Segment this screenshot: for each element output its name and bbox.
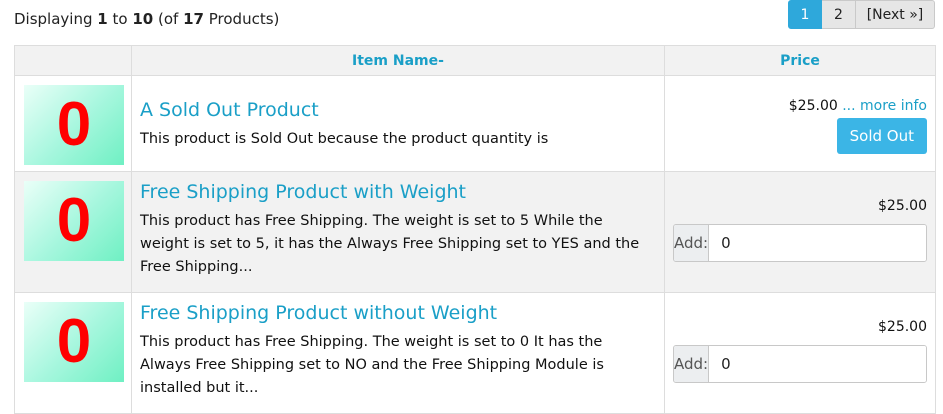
quantity-input[interactable] (709, 346, 926, 382)
total-count: 17 (183, 10, 204, 28)
product-name-cell: A Sold Out Product This product is Sold … (131, 75, 665, 172)
product-image-cell: 0 (14, 75, 132, 172)
product-price-cell: $25.00 Add: (664, 171, 936, 293)
add-label: Add: (674, 225, 710, 261)
product-description: This product has Free Shipping. The weig… (140, 334, 604, 396)
product-image[interactable]: 0 (24, 181, 124, 261)
product-image-text: 0 (56, 186, 92, 255)
product-name-link[interactable]: Free Shipping Product with Weight (140, 180, 656, 204)
product-name-link[interactable]: Free Shipping Product without Weight (140, 301, 656, 325)
page-1-current[interactable]: 1 (788, 0, 822, 29)
product-image-cell: 0 (14, 171, 132, 293)
product-image[interactable]: 0 (24, 85, 124, 165)
product-price: $25.00 (788, 98, 838, 114)
product-name-cell: Free Shipping Product with Weight This p… (131, 171, 665, 293)
product-price: $25.00 (878, 198, 927, 214)
product-name-cell: Free Shipping Product without Weight Thi… (131, 292, 665, 414)
product-image[interactable]: 0 (24, 302, 124, 382)
table-row: 0 Free Shipping Product without Weight T… (14, 292, 936, 414)
results-count: Displaying 1 to 10 (of 17 Products) (14, 10, 279, 28)
product-price-cell: $25.00 ... more info Sold Out (664, 75, 936, 172)
total-prefix: (of (158, 10, 179, 28)
range-to-word: to (112, 10, 128, 28)
product-description: This product is Sold Out because the pro… (140, 131, 549, 147)
product-price-cell: $25.00 Add: (664, 292, 936, 414)
product-image-text: 0 (56, 90, 92, 159)
pagination: 1 2 [Next »] (788, 0, 935, 29)
sold-out-button[interactable]: Sold Out (836, 118, 927, 154)
add-to-cart-group: Add: (673, 224, 927, 262)
products-suffix: Products) (208, 10, 280, 28)
table-row: 0 Free Shipping Product with Weight This… (14, 171, 936, 293)
product-listing-table: Item Name- Price 0 A Sold Out Product Th… (14, 45, 936, 414)
listing-header: Displaying 1 to 10 (of 17 Products) 1 2 … (0, 0, 943, 40)
product-image-cell: 0 (14, 292, 132, 414)
add-to-cart-group: Add: (673, 345, 927, 383)
range-to: 10 (132, 10, 154, 28)
table-row: 0 A Sold Out Product This product is Sol… (14, 75, 936, 172)
more-info-link[interactable]: ... more info (842, 98, 927, 114)
price-header[interactable]: Price (664, 45, 936, 76)
image-column-header (14, 45, 132, 76)
product-image-text: 0 (56, 307, 92, 376)
displaying-label: Displaying (14, 10, 93, 28)
product-name-link[interactable]: A Sold Out Product (140, 98, 656, 122)
page-2-link[interactable]: 2 (822, 0, 856, 29)
price-line: $25.00 ... more info (673, 98, 927, 114)
product-description: This product has Free Shipping. The weig… (140, 213, 640, 275)
quantity-input[interactable] (709, 225, 926, 261)
add-label: Add: (674, 346, 710, 382)
table-header-row: Item Name- Price (14, 45, 936, 76)
range-from: 1 (97, 10, 108, 28)
product-price: $25.00 (878, 319, 927, 335)
next-page-link[interactable]: [Next »] (856, 0, 935, 29)
item-name-header[interactable]: Item Name- (131, 45, 665, 76)
